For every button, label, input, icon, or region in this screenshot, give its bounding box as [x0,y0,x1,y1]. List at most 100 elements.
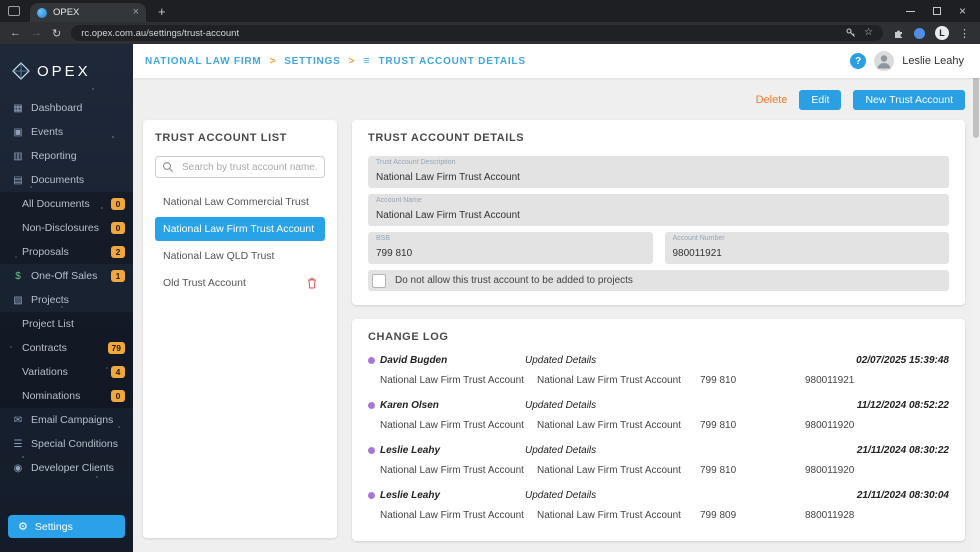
browser-profile-avatar[interactable]: L [935,26,949,40]
log-account-name: National Law Firm Trust Account [537,375,681,386]
search-icon [162,161,174,173]
sidebar-item-label: All Documents [22,198,90,210]
sidebar-item-one-off-sales[interactable]: One-Off Sales 1 [0,264,133,288]
minimize-icon[interactable] [905,10,915,12]
change-log-entry: Leslie Leahy Updated Details 21/11/2024 … [368,445,949,476]
opex-app: OPEX Dashboard Events Reporting Documen [0,44,980,552]
sidebar-item-email-campaigns[interactable]: Email Campaigns [0,408,133,432]
log-bsb: 799 809 [700,510,737,521]
maximize-icon[interactable] [932,7,941,15]
back-icon[interactable]: ← [10,27,21,39]
change-log-entry: Leslie Leahy Updated Details 21/11/2024 … [368,490,949,521]
sidebar-item-label: Email Campaigns [31,414,114,426]
trust-account-details-card: TRUST ACCOUNT DETAILS Trust Account Desc… [352,120,965,305]
sidebar-item-label: Reporting [31,150,77,162]
logo-text: OPEX [37,62,91,80]
sidebar-item-documents[interactable]: Documents [0,168,133,192]
opex-logo[interactable]: OPEX [0,44,133,96]
sidebar-item-project-list[interactable]: Project List [0,312,133,336]
delete-button[interactable]: Delete [756,94,788,106]
count-badge: 1 [111,270,125,282]
log-timestamp: 11/12/2024 08:52:22 [856,400,949,411]
edit-button[interactable]: Edit [799,90,842,110]
sidebar-item-dashboard[interactable]: Dashboard [0,96,133,120]
sidebar-item-reporting[interactable]: Reporting [0,144,133,168]
developer-clients-icon [12,463,24,474]
change-log-card: CHANGE LOG David Bugden Updated Details … [352,319,965,541]
breadcrumb-item-settings[interactable]: SETTINGS [284,56,340,67]
user-avatar[interactable] [874,51,895,71]
breadcrumb-separator: > [269,55,277,67]
new-tab-button[interactable]: + [158,5,166,18]
log-action: Updated Details [525,445,597,456]
header-right: ? Leslie Leahy [850,51,964,71]
sidebar-item-label: Nominations [22,390,81,402]
do-not-allow-checkbox[interactable] [372,273,386,288]
browser-menu-icon[interactable]: ⋮ [959,27,970,40]
columns: TRUST ACCOUNT LIST National Law Commerci… [143,120,965,541]
sidebar-item-projects[interactable]: Projects [0,288,133,312]
browser-window: OPEX × + × ← → ↻ rc.opex.com.au/settings… [0,0,980,552]
sidebar-item-variations[interactable]: Variations 4 [0,360,133,384]
scrollbar[interactable] [972,44,980,552]
field-label: Account Name [376,197,422,204]
password-key-icon[interactable] [846,28,856,38]
new-trust-account-button[interactable]: New Trust Account [853,90,965,110]
documents-icon [12,175,24,186]
tab-title: OPEX [53,7,80,18]
sidebar-item-nominations[interactable]: Nominations 0 [0,384,133,408]
sidebar-item-non-disclosures[interactable]: Non-Disclosures 0 [0,216,133,240]
sidebar-item-special-conditions[interactable]: Special Conditions [0,432,133,456]
forward-icon[interactable]: → [31,27,42,39]
list-item-selected[interactable]: National Law Firm Trust Account [155,217,325,241]
sidebar-item-label: Special Conditions [31,438,118,450]
url-text[interactable]: rc.opex.com.au/settings/trust-account [81,28,838,39]
bookmark-star-icon[interactable]: ☆ [864,28,873,38]
checkbox-bar: Do not allow this trust account to be ad… [368,270,949,291]
log-account-number: 980011921 [805,375,855,386]
count-badge: 0 [111,390,125,402]
field-label: Account Number [672,235,725,242]
sidebar-item-proposals[interactable]: Proposals 2 [0,240,133,264]
change-log-title: CHANGE LOG [368,331,449,343]
log-description: National Law Firm Trust Account [380,510,524,521]
list-item[interactable]: Old Trust Account [155,271,325,295]
field-value: National Law Firm Trust Account [376,172,520,183]
sidebar-item-all-documents[interactable]: All Documents 0 [0,192,133,216]
sidebar-item-developer-clients[interactable]: Developer Clients [0,456,133,480]
address-bar[interactable]: rc.opex.com.au/settings/trust-account ☆ [71,25,883,41]
sidebar-item-events[interactable]: Events [0,120,133,144]
log-bsb: 799 810 [700,375,737,386]
log-bsb: 799 810 [700,465,737,476]
count-badge: 79 [107,342,125,354]
sidebar-item-label: Proposals [22,246,69,258]
close-icon[interactable]: × [959,5,966,17]
list-item[interactable]: National Law Commercial Trust [155,190,325,214]
extensions-puzzle-icon[interactable] [893,28,904,39]
breadcrumb-item-firm[interactable]: NATIONAL LAW FIRM [145,56,262,67]
breadcrumb-item-trust-account-details[interactable]: TRUST ACCOUNT DETAILS [378,56,525,67]
field-value: 980011921 [672,248,722,259]
reload-icon[interactable]: ↻ [52,27,61,40]
sidebar-nav: Dashboard Events Reporting Documents All… [0,96,133,552]
sidebar-item-label: One-Off Sales [31,270,98,282]
field-label: BSB [376,235,391,242]
documents-subgroup: All Documents 0 Non-Disclosures 0 Propos… [0,192,133,264]
sidebar-item-contracts[interactable]: Contracts 79 [0,336,133,360]
field-value: 799 810 [376,248,413,259]
list-item[interactable]: National Law QLD Trust [155,244,325,268]
trash-icon[interactable] [307,277,317,289]
log-action: Updated Details [525,355,597,366]
count-badge: 2 [111,246,125,258]
tab-close-icon[interactable]: × [133,7,139,18]
search-input[interactable] [155,156,325,178]
list-item-label: National Law QLD Trust [163,250,275,262]
log-user: Leslie Leahy [380,445,441,456]
sidebar-item-settings[interactable]: ⚙ Settings [8,515,125,538]
browser-toolbar: ← → ↻ rc.opex.com.au/settings/trust-acco… [0,22,980,44]
browser-tab[interactable]: OPEX × [30,3,146,22]
help-icon[interactable]: ? [850,53,867,69]
extension-icon[interactable] [914,27,925,39]
log-account-name: National Law Firm Trust Account [537,510,681,521]
sidebar-item-label: Variations [22,366,68,378]
